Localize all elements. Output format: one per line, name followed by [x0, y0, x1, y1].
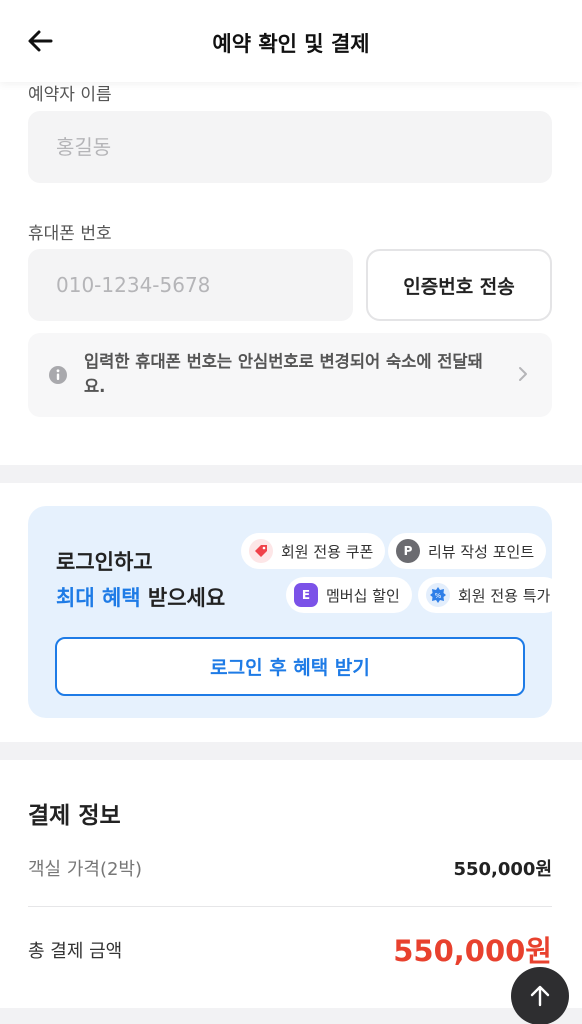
scroll-to-top-button[interactable] [511, 967, 569, 1024]
section-divider [0, 742, 582, 760]
benefit-chip-review-point: P 리뷰 작성 포인트 [388, 533, 547, 569]
payment-info-title: 결제 정보 [28, 803, 121, 829]
svg-text:%: % [435, 592, 442, 600]
total-amount-label: 총 결제 금액 [28, 941, 123, 962]
promo-headline-rest: 받으세요 [140, 586, 226, 610]
promo-headline-2: 최대 혜택 받으세요 [56, 582, 225, 612]
top-app-bar: 예약 확인 및 결제 [0, 0, 582, 82]
chip-label: 회원 전용 쿠폰 [281, 542, 374, 561]
name-label: 예약자 이름 [28, 85, 112, 105]
benefit-chip-membership: E 멤버십 할인 [286, 577, 412, 613]
phone-input[interactable] [28, 249, 353, 321]
total-amount-value: 550,000원 [393, 934, 552, 968]
page-title: 예약 확인 및 결제 [212, 32, 370, 56]
phone-label: 휴대폰 번호 [28, 224, 112, 244]
coupon-tag-icon [249, 539, 273, 563]
divider-line [28, 906, 552, 907]
benefit-chip-special-price: % 회원 전용 특가 [418, 577, 552, 613]
info-icon [49, 366, 67, 384]
login-for-benefits-button[interactable]: 로그인 후 혜택 받기 [55, 637, 525, 696]
special-price-badge-icon: % [426, 583, 450, 607]
send-verification-button[interactable]: 인증번호 전송 [366, 249, 552, 321]
name-input[interactable] [28, 111, 552, 183]
point-p-icon: P [396, 539, 420, 563]
safe-number-notice[interactable]: 입력한 휴대폰 번호는 안심번호로 변경되어 숙소에 전달돼요. [28, 333, 552, 417]
notice-text: 입력한 휴대폰 번호는 안심번호로 변경되어 숙소에 전달돼요. [84, 352, 483, 396]
promo-headline-1: 로그인하고 [56, 550, 153, 574]
benefit-chip-coupon: 회원 전용 쿠폰 [241, 533, 386, 569]
login-benefit-banner: 로그인하고 최대 혜택 받으세요 회원 전용 쿠폰 P 리뷰 작성 포인트 E … [28, 506, 552, 718]
arrow-up-icon [530, 985, 550, 1007]
section-divider [0, 465, 582, 483]
room-price-label: 객실 가격(2박) [28, 859, 143, 880]
promo-highlight: 최대 혜택 [56, 586, 141, 610]
chip-label: 회원 전용 특가 [458, 586, 551, 605]
chevron-right-icon [519, 367, 527, 381]
chip-label: 멤버십 할인 [326, 586, 400, 605]
membership-e-icon: E [294, 583, 318, 607]
chip-label: 리뷰 작성 포인트 [428, 542, 535, 561]
section-divider [0, 1008, 582, 1024]
room-price-value: 550,000원 [453, 859, 552, 880]
